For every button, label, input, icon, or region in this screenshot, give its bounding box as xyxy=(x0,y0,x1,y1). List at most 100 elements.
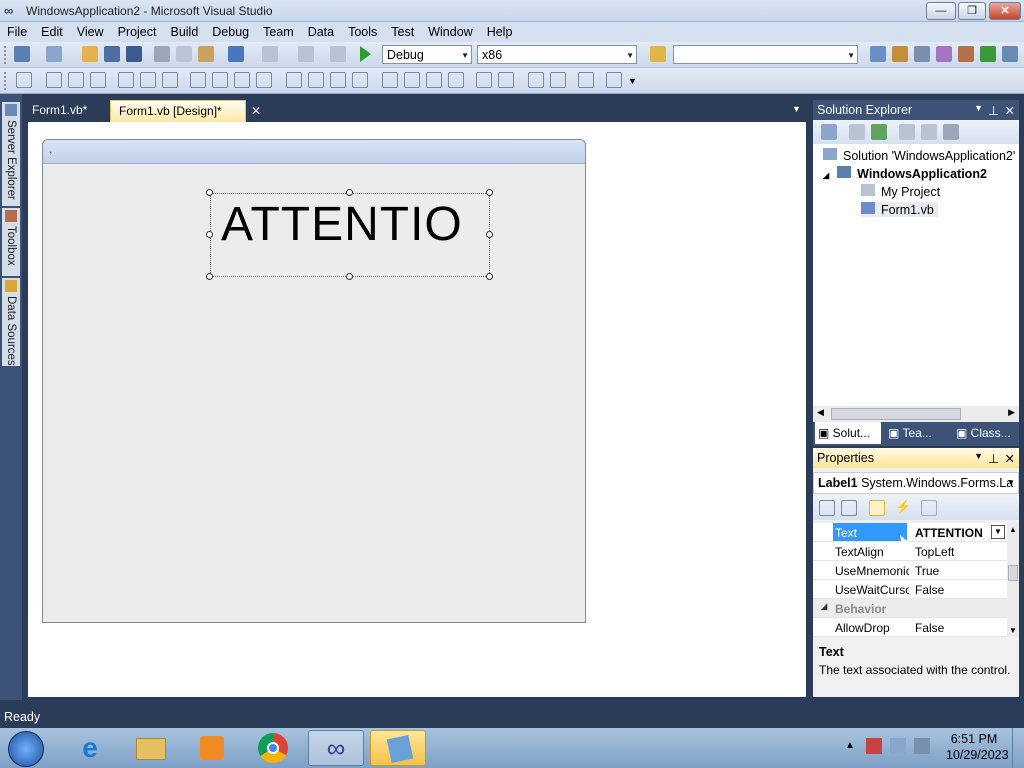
scroll-left-icon[interactable]: ◀ xyxy=(817,407,824,418)
volume-muted-icon[interactable] xyxy=(914,738,930,754)
tree-item-solution[interactable]: Solution 'WindowsApplication2' xyxy=(823,148,1015,163)
refresh-icon[interactable] xyxy=(871,124,887,140)
prop-row-usemnemonic[interactable]: UseMnemonic True xyxy=(813,561,1007,580)
paste-icon[interactable] xyxy=(198,46,214,62)
view-code-icon[interactable] xyxy=(899,124,915,140)
properties-icon[interactable] xyxy=(821,124,837,140)
cut-icon[interactable] xyxy=(154,46,170,62)
tab-form1-design[interactable]: Form1.vb [Design]* ✕ xyxy=(110,100,261,122)
alphabetical-icon[interactable] xyxy=(841,500,857,516)
close-panel-icon[interactable]: ✕ xyxy=(1005,451,1015,466)
copy-icon[interactable] xyxy=(176,46,192,62)
platform-combo[interactable]: x86 ▼ xyxy=(477,45,637,64)
categorized-icon[interactable] xyxy=(819,500,835,516)
align-bottoms-icon[interactable] xyxy=(162,72,178,88)
events-icon[interactable]: ⚡ xyxy=(895,499,911,515)
tree-item-form1[interactable]: Form1.vb xyxy=(861,202,938,217)
class-diagram-icon[interactable] xyxy=(943,124,959,140)
menu-test[interactable]: Test xyxy=(384,22,421,39)
maximize-button[interactable]: ❐ xyxy=(958,2,986,20)
menu-build[interactable]: Build xyxy=(163,22,205,39)
form1-designer[interactable]: . ATTENTIO xyxy=(42,139,586,623)
tab-class-view[interactable]: ▣ Class... xyxy=(953,422,1014,444)
center-horizontally-icon[interactable] xyxy=(476,72,492,88)
tools-icon[interactable] xyxy=(958,46,974,62)
remove-horizontal-spacing-icon[interactable] xyxy=(352,72,368,88)
properties-window-icon[interactable] xyxy=(892,46,908,62)
tab-solution-explorer[interactable]: ▣ Solut... xyxy=(815,422,881,444)
align-rights-icon[interactable] xyxy=(90,72,106,88)
decrease-vertical-spacing-icon[interactable] xyxy=(426,72,442,88)
network-icon[interactable] xyxy=(890,738,906,754)
start-debugging-icon[interactable] xyxy=(360,46,371,62)
panel-menu-icon[interactable]: ▼ xyxy=(974,103,983,113)
vertical-spacing-equal-icon[interactable] xyxy=(382,72,398,88)
resize-handle[interactable] xyxy=(486,273,493,280)
menu-team[interactable]: Team xyxy=(256,22,301,39)
expand-arrow-icon[interactable]: ◢ xyxy=(823,171,829,180)
tree-item-project[interactable]: ◢ WindowsApplication2 xyxy=(823,166,987,181)
scroll-up-icon[interactable]: ▲ xyxy=(1009,525,1017,534)
make-same-width-icon[interactable] xyxy=(190,72,206,88)
prop-row-allowdrop[interactable]: AllowDrop False xyxy=(813,618,1007,637)
menu-help[interactable]: Help xyxy=(480,22,520,39)
chrome-icon[interactable] xyxy=(246,730,302,766)
make-same-size-icon[interactable] xyxy=(256,72,272,88)
decrease-horizontal-spacing-icon[interactable] xyxy=(330,72,346,88)
bring-to-front-icon[interactable] xyxy=(528,72,544,88)
resize-handle[interactable] xyxy=(346,189,353,196)
show-hidden-icons-icon[interactable]: ▲ xyxy=(845,740,855,751)
scrollbar-thumb[interactable] xyxy=(831,408,961,420)
start-page-icon[interactable] xyxy=(980,46,996,62)
menu-data[interactable]: Data xyxy=(301,22,341,39)
media-player-icon[interactable] xyxy=(184,730,240,766)
resize-handle[interactable] xyxy=(486,189,493,196)
menu-edit[interactable]: Edit xyxy=(34,22,70,39)
scroll-right-icon[interactable]: ▶ xyxy=(1008,407,1015,418)
navigate-forward-icon[interactable] xyxy=(330,46,346,62)
prop-row-text[interactable]: Text ATTENTION ▼ xyxy=(813,523,1007,542)
toolbar-overflow-icon[interactable]: ▼ xyxy=(628,76,637,86)
resize-handle[interactable] xyxy=(206,189,213,196)
scrollbar-thumb[interactable] xyxy=(1008,565,1018,581)
action-center-icon[interactable] xyxy=(866,738,882,754)
align-tops-icon[interactable] xyxy=(118,72,134,88)
panel-menu-icon[interactable]: ▼ xyxy=(974,451,983,461)
size-to-grid-icon[interactable] xyxy=(212,72,228,88)
toolbar-grip[interactable] xyxy=(4,72,7,90)
resize-handle[interactable] xyxy=(206,231,213,238)
tab-order-icon[interactable] xyxy=(578,72,594,88)
horizontal-scrollbar[interactable]: ◀ ▶ xyxy=(813,406,1019,422)
menu-window[interactable]: Window xyxy=(421,22,479,39)
internet-explorer-icon[interactable]: e xyxy=(62,730,118,766)
scroll-down-icon[interactable]: ▼ xyxy=(1009,626,1017,635)
close-tab-icon[interactable]: ✕ xyxy=(251,104,261,118)
minimize-button[interactable]: — xyxy=(926,2,956,20)
tree-item-my-project[interactable]: My Project xyxy=(861,184,940,199)
menu-tools[interactable]: Tools xyxy=(341,22,384,39)
prop-row-usewaitcursor[interactable]: UseWaitCursor False xyxy=(813,580,1007,599)
menu-view[interactable]: View xyxy=(70,22,111,39)
property-pages-icon[interactable] xyxy=(921,500,937,516)
toolbar-grip[interactable] xyxy=(4,46,7,64)
find-in-files-icon[interactable] xyxy=(650,46,666,62)
view-designer-icon[interactable] xyxy=(921,124,937,140)
vertical-scrollbar[interactable]: ▲ ▼ xyxy=(1007,523,1019,637)
show-desktop-button[interactable] xyxy=(1012,728,1024,768)
increase-horizontal-spacing-icon[interactable] xyxy=(308,72,324,88)
show-all-files-icon[interactable] xyxy=(849,124,865,140)
remove-vertical-spacing-icon[interactable] xyxy=(448,72,464,88)
toolbox-icon[interactable] xyxy=(936,46,952,62)
configuration-combo[interactable]: Debug ▼ xyxy=(382,45,472,64)
menu-debug[interactable]: Debug xyxy=(205,22,256,39)
tab-list-dropdown-icon[interactable]: ▼ xyxy=(792,104,801,114)
center-vertically-icon[interactable] xyxy=(498,72,514,88)
toolbox-tab[interactable]: Toolbox xyxy=(2,208,20,276)
start-button-icon[interactable] xyxy=(8,731,44,767)
tab-team-explorer[interactable]: ▣ Tea... xyxy=(885,422,935,444)
resize-handle[interactable] xyxy=(486,231,493,238)
align-lefts-icon[interactable] xyxy=(46,72,62,88)
lock-controls-icon[interactable] xyxy=(606,72,622,88)
tab-form1-code[interactable]: Form1.vb* xyxy=(24,100,95,122)
visual-studio-taskbar-icon[interactable]: ∞ xyxy=(308,730,364,766)
